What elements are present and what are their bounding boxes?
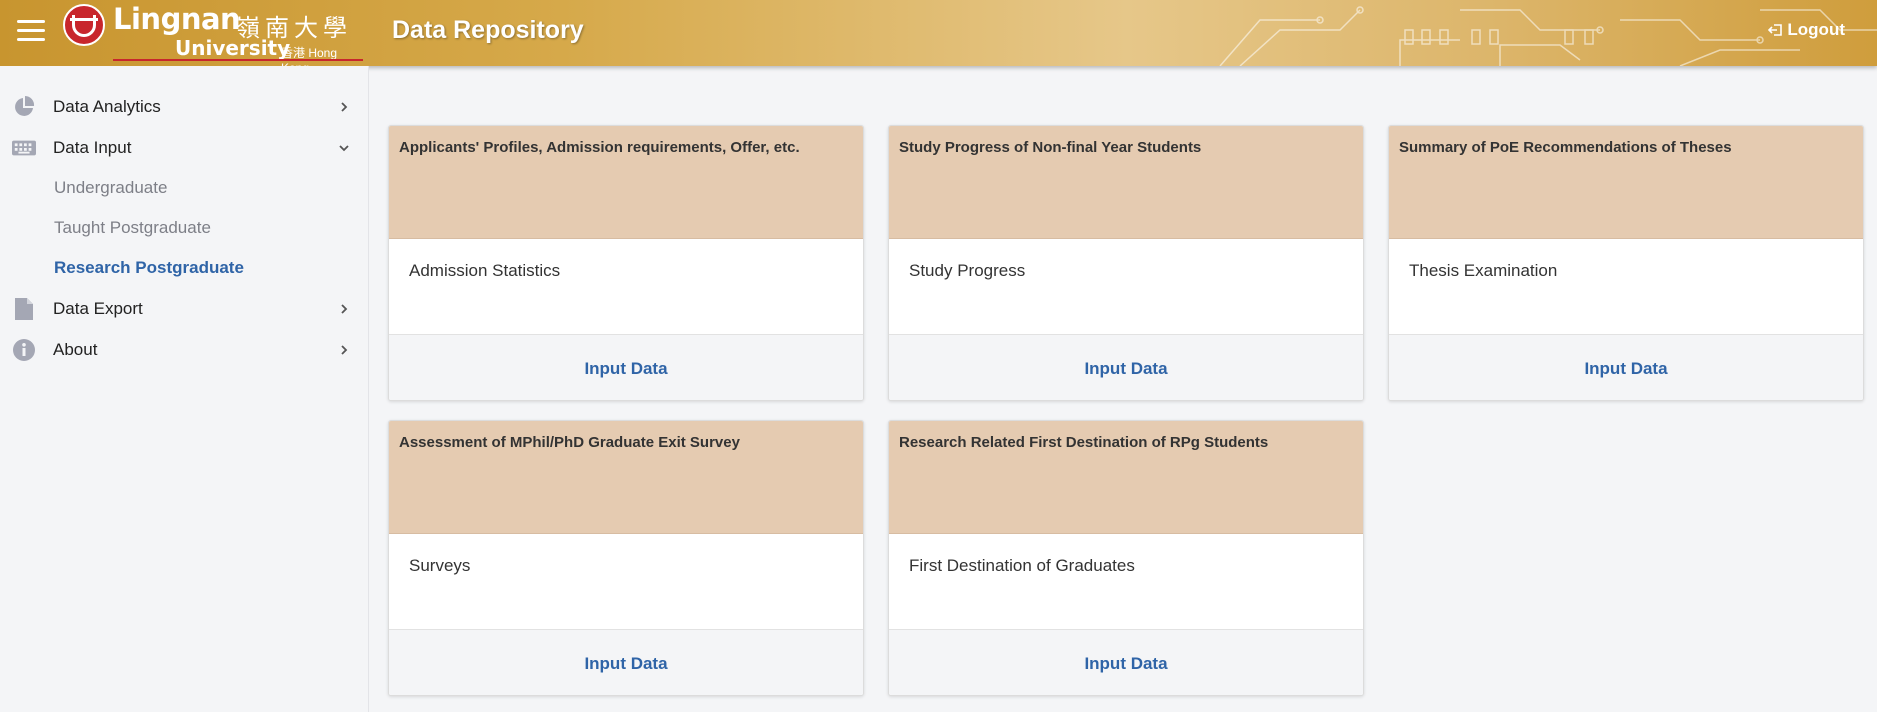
card-text: First Destination of Graduates — [909, 556, 1135, 575]
card-study-progress: Study Progress of Non-final Year Student… — [888, 125, 1364, 401]
card-thesis-examination: Summary of PoE Recommendations of Theses… — [1388, 125, 1864, 401]
sidebar-item-data-analytics[interactable]: Data Analytics — [0, 90, 369, 124]
card-body: First Destination of Graduates — [889, 534, 1363, 630]
card-title: Study Progress of Non-final Year Student… — [899, 139, 1202, 156]
card-text: Admission Statistics — [409, 261, 561, 280]
card-header: Summary of PoE Recommendations of Theses — [1389, 126, 1863, 239]
card-header: Assessment of MPhil/PhD Graduate Exit Su… — [389, 421, 863, 534]
card-text: Study Progress — [909, 261, 1026, 280]
card-title: Assessment of MPhil/PhD Graduate Exit Su… — [399, 434, 740, 451]
file-icon — [12, 297, 36, 321]
logo-underline — [113, 59, 363, 61]
card-footer: Input Data — [889, 630, 1363, 695]
input-data-button[interactable]: Input Data — [584, 654, 667, 674]
card-footer: Input Data — [389, 630, 863, 695]
sidebar-item-label: About — [53, 340, 98, 359]
card-header: Study Progress of Non-final Year Student… — [889, 126, 1363, 239]
card-text: Thesis Examination — [1409, 261, 1558, 280]
chevron-right-icon — [341, 345, 348, 355]
card-surveys: Assessment of MPhil/PhD Graduate Exit Su… — [388, 420, 864, 696]
logout-button[interactable]: Logout — [1768, 20, 1845, 40]
app-title: Data Repository — [392, 16, 584, 44]
card-body: Study Progress — [889, 239, 1363, 335]
card-title: Summary of PoE Recommendations of Theses — [1399, 139, 1732, 156]
sidebar-item-data-export[interactable]: Data Export — [0, 292, 369, 326]
card-footer: Input Data — [889, 335, 1363, 400]
hamburger-menu-icon[interactable] — [17, 20, 45, 44]
card-body: Thesis Examination — [1389, 239, 1863, 335]
sidebar-item-about[interactable]: About — [0, 333, 369, 367]
keyboard-icon — [12, 136, 36, 160]
sidebar: Data Analytics Data Input Undergraduate … — [0, 66, 369, 712]
sidebar-item-data-input[interactable]: Data Input — [0, 131, 369, 165]
lingnan-logo[interactable]: Lingnan 嶺南大學 University 香港 Hong Kong — [63, 2, 368, 66]
info-icon — [12, 338, 36, 362]
card-footer: Input Data — [389, 335, 863, 400]
logo-university: University — [175, 36, 291, 60]
input-data-button[interactable]: Input Data — [1084, 654, 1167, 674]
chevron-right-icon — [341, 304, 348, 314]
sidebar-item-label: Data Analytics — [53, 97, 161, 116]
card-title: Research Related First Destination of RP… — [899, 434, 1269, 451]
card-body: Admission Statistics — [389, 239, 863, 335]
logo-name-en: Lingnan — [113, 2, 241, 36]
logout-label: Logout — [1787, 20, 1845, 39]
card-footer: Input Data — [1389, 335, 1863, 400]
card-first-destination: Research Related First Destination of RP… — [888, 420, 1364, 696]
logout-icon — [1768, 24, 1783, 36]
input-data-button[interactable]: Input Data — [584, 359, 667, 379]
sidebar-subitem-undergraduate[interactable]: Undergraduate — [54, 178, 167, 198]
sidebar-subitem-taught-postgraduate[interactable]: Taught Postgraduate — [54, 218, 211, 238]
top-header: Lingnan 嶺南大學 University 香港 Hong Kong Dat… — [0, 0, 1877, 66]
card-header: Applicants' Profiles, Admission requirem… — [389, 126, 863, 239]
chevron-right-icon — [341, 102, 348, 112]
card-admission-statistics: Applicants' Profiles, Admission requirem… — [388, 125, 864, 401]
sidebar-item-label: Data Export — [53, 299, 143, 318]
sidebar-item-label: Data Input — [53, 138, 132, 157]
input-data-button[interactable]: Input Data — [1584, 359, 1667, 379]
pie-chart-icon — [12, 95, 36, 119]
card-header: Research Related First Destination of RP… — [889, 421, 1363, 534]
sidebar-subitem-research-postgraduate[interactable]: Research Postgraduate — [54, 258, 244, 278]
card-title: Applicants' Profiles, Admission requirem… — [399, 139, 800, 156]
card-body: Surveys — [389, 534, 863, 630]
card-text: Surveys — [409, 556, 471, 575]
logo-emblem-icon — [63, 4, 105, 46]
logo-location: 香港 Hong Kong — [281, 46, 338, 66]
chevron-down-icon — [339, 145, 349, 152]
input-data-button[interactable]: Input Data — [1084, 359, 1167, 379]
